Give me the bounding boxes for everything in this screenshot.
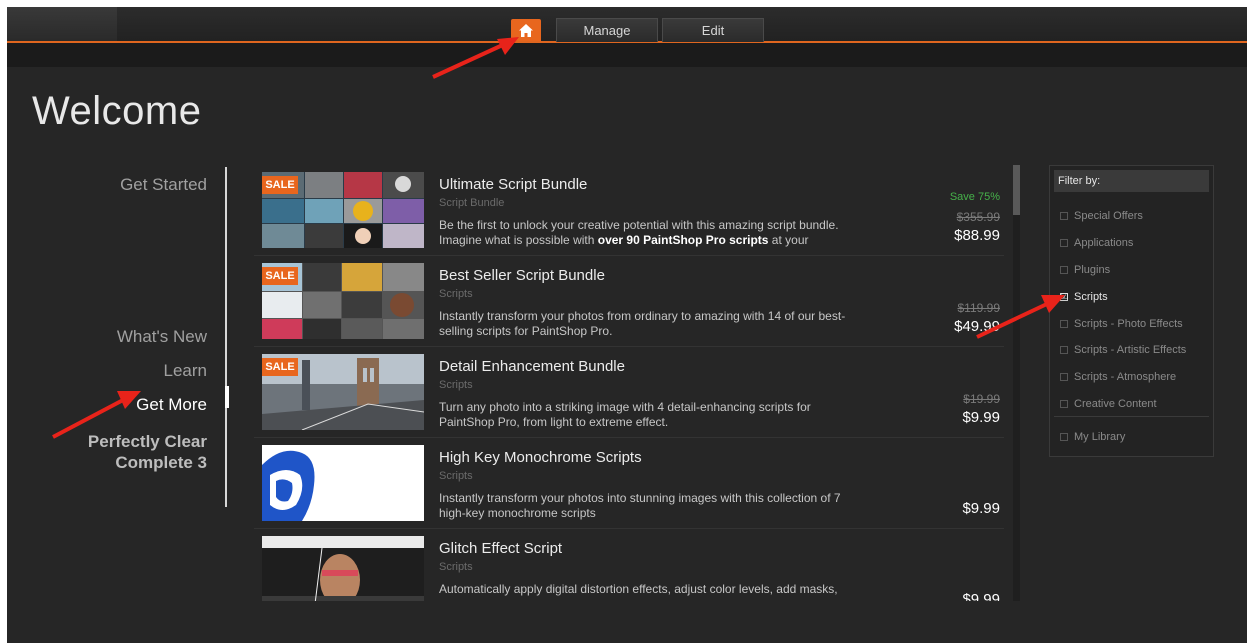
original-price: $19.99 <box>963 392 1000 406</box>
sale-badge: SALE <box>262 176 298 194</box>
filter-plugins[interactable]: Plugins <box>1060 264 1110 276</box>
filter-label: Applications <box>1074 237 1134 249</box>
tab-edit[interactable]: Edit <box>662 18 764 42</box>
filter-scripts-artistic-effects[interactable]: Scripts - Artistic Effects <box>1060 344 1186 356</box>
product-category: Scripts <box>439 288 473 300</box>
filter-label: Plugins <box>1074 264 1111 276</box>
top-bar: Manage Edit <box>7 7 1247 43</box>
app-window: Manage Edit Welcome Get Started What's N… <box>7 7 1247 643</box>
description-line: selling scripts for PaintShop Pro. <box>439 324 613 338</box>
description-text: at your <box>768 233 809 247</box>
product-thumbnail <box>262 536 424 601</box>
product-description: Automatically apply digital distortion e… <box>439 582 899 597</box>
original-price: $355.99 <box>956 210 1000 224</box>
page-title: Welcome <box>32 89 202 133</box>
nav-get-started[interactable]: Get Started <box>120 175 207 195</box>
sub-bar <box>7 43 1247 67</box>
description-line: PaintShop Pro, from light to extreme eff… <box>439 415 669 429</box>
checkbox[interactable] <box>1060 373 1068 381</box>
checkbox[interactable] <box>1060 400 1068 408</box>
tab-manage[interactable]: Manage <box>556 18 658 42</box>
filter-panel: Filter by: Special Offers Applications P… <box>1049 165 1214 457</box>
nav-divider <box>225 167 227 507</box>
checkbox[interactable] <box>1060 266 1068 274</box>
description-line: Imagine what is possible with over 90 Pa… <box>439 233 899 248</box>
checkbox[interactable] <box>1060 239 1068 247</box>
product-title[interactable]: Detail Enhancement Bundle <box>439 358 625 375</box>
product-price[interactable]: $88.99 <box>954 227 1000 244</box>
description-line: Be the first to unlock your creative pot… <box>439 218 839 232</box>
product-list[interactable]: SALE Ultimate Script Bundle Script Bundl… <box>254 165 1004 601</box>
product-price[interactable]: $9.99 <box>962 409 1000 426</box>
nav-learn[interactable]: Learn <box>164 361 207 381</box>
filter-scripts-photo-effects[interactable]: Scripts - Photo Effects <box>1060 318 1183 330</box>
scrollbar-thumb[interactable] <box>1013 165 1020 215</box>
description-line: Instantly transform your photos from ord… <box>439 309 846 323</box>
annotation-arrow-icon <box>432 37 519 79</box>
product-category: Scripts <box>439 470 473 482</box>
filter-label: Scripts - Atmosphere <box>1074 371 1177 383</box>
product-row-ultimate-script-bundle[interactable]: SALE Ultimate Script Bundle Script Bundl… <box>254 165 1004 256</box>
product-thumbnail: SALE <box>262 172 424 248</box>
product-list-scrollbar[interactable] <box>1013 165 1020 601</box>
product-thumbnail <box>262 445 424 521</box>
product-category: Scripts <box>439 561 473 573</box>
product-description: Turn any photo into a striking image wit… <box>439 400 899 430</box>
product-row-detail-enhancement-bundle[interactable]: SALE Detail Enhancement Bundle Scripts T… <box>254 347 1004 438</box>
annotation-arrow-icon <box>976 295 1065 339</box>
filter-my-library[interactable]: My Library <box>1060 431 1125 443</box>
description-line: high-key monochrome scripts <box>439 506 596 520</box>
checkbox[interactable] <box>1060 346 1068 354</box>
filter-label: Special Offers <box>1074 210 1143 222</box>
filter-label: Scripts - Artistic Effects <box>1074 344 1187 356</box>
product-description: Instantly transform your photos from ord… <box>439 309 899 339</box>
product-row-high-key-monochrome-scripts[interactable]: High Key Monochrome Scripts Scripts Inst… <box>254 438 1004 529</box>
sale-badge: SALE <box>262 267 298 285</box>
checkbox[interactable] <box>1060 433 1068 441</box>
description-highlight: over 90 PaintShop Pro scripts <box>597 233 769 247</box>
checkbox[interactable] <box>1060 212 1068 220</box>
product-thumbnail: SALE <box>262 354 424 430</box>
filter-heading: Filter by: <box>1054 170 1209 192</box>
discount-label: Save 75% <box>949 191 1000 203</box>
filter-applications[interactable]: Applications <box>1060 237 1133 249</box>
description-text: Imagine what is possible with <box>439 233 598 247</box>
sale-badge: SALE <box>262 358 298 376</box>
description-line: Automatically apply digital distortion e… <box>439 582 838 596</box>
product-title[interactable]: Best Seller Script Bundle <box>439 267 605 284</box>
product-title[interactable]: Glitch Effect Script <box>439 540 562 557</box>
filter-divider <box>1054 416 1209 417</box>
filter-label: Scripts <box>1074 291 1108 303</box>
filter-special-offers[interactable]: Special Offers <box>1060 210 1143 222</box>
description-line: Instantly transform your photos into stu… <box>439 491 841 505</box>
product-title[interactable]: High Key Monochrome Scripts <box>439 449 642 466</box>
nav-active-indicator <box>225 386 229 408</box>
product-row-best-seller-script-bundle[interactable]: SALE Best Seller Script Bundle Scripts I… <box>254 256 1004 347</box>
product-price[interactable]: $9.99 <box>962 500 1000 517</box>
product-category: Scripts <box>439 379 473 391</box>
nav-whats-new[interactable]: What's New <box>117 327 207 347</box>
annotation-arrow-icon <box>52 391 141 439</box>
filter-label: Scripts - Photo Effects <box>1074 318 1183 330</box>
filter-creative-content[interactable]: Creative Content <box>1060 398 1157 410</box>
product-category: Script Bundle <box>439 197 505 209</box>
left-nav: Get Started What's New Learn Get More Pe… <box>7 167 229 507</box>
nav-perfectly-clear-line2: Complete 3 <box>115 453 207 472</box>
product-row-glitch-effect-script[interactable]: Glitch Effect Script Scripts Automatical… <box>254 529 1004 601</box>
product-price[interactable]: $9.99 <box>962 591 1000 601</box>
product-description: Instantly transform your photos into stu… <box>439 491 899 521</box>
top-bar-strip <box>7 7 117 41</box>
description-line: Turn any photo into a striking image wit… <box>439 400 811 414</box>
product-description: Be the first to unlock your creative pot… <box>439 218 899 248</box>
product-title[interactable]: Ultimate Script Bundle <box>439 176 587 193</box>
product-thumbnail: SALE <box>262 263 424 339</box>
filter-label: My Library <box>1074 431 1126 443</box>
filter-label: Creative Content <box>1074 398 1157 410</box>
filter-scripts-atmosphere[interactable]: Scripts - Atmosphere <box>1060 371 1176 383</box>
